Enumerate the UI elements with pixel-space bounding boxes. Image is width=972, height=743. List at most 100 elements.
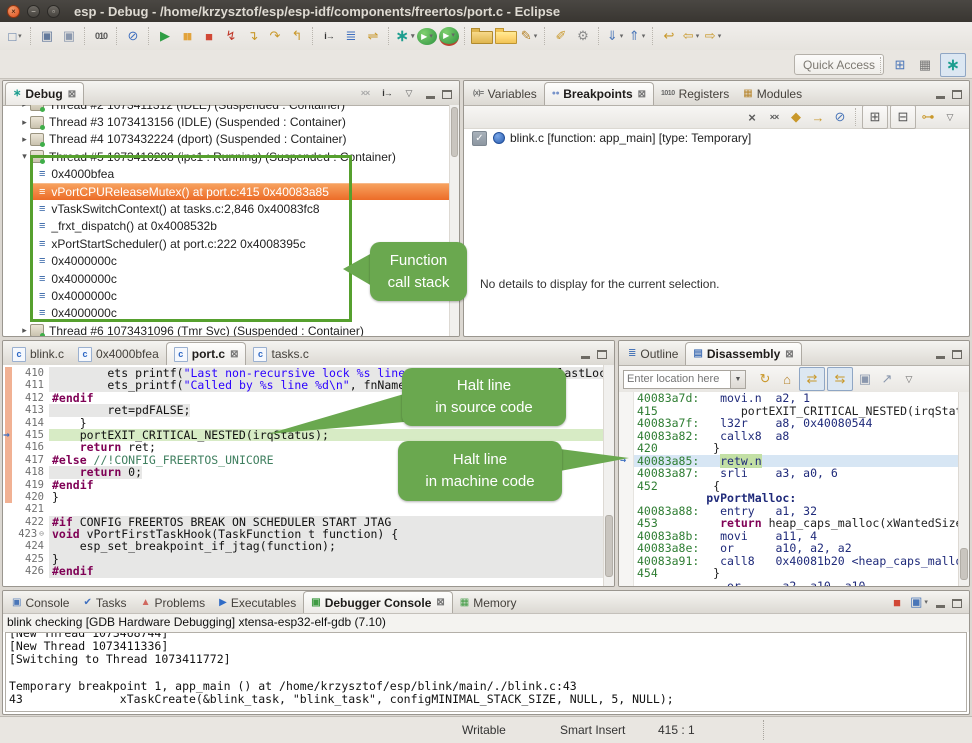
stack-frame-row[interactable]: ≡vPortCPUReleaseMutex() at port.c:415 0x…: [31, 183, 450, 200]
breakpoints-view-maximize-icon[interactable]: [952, 90, 962, 99]
debug-instruction-stepping-icon[interactable]: i→: [377, 82, 397, 104]
next-annotation-dropdown-icon[interactable]: ▾: [620, 32, 624, 40]
console-tab-debugger-console[interactable]: ▣Debugger Console⊠: [303, 591, 453, 613]
editor-tab-port-c[interactable]: cport.c⊠: [166, 342, 247, 365]
tree-twisty-icon[interactable]: ▸: [19, 325, 30, 336]
editor-scrollbar[interactable]: [603, 365, 614, 586]
use-step-filters-icon[interactable]: ⇌: [363, 25, 383, 47]
pin-view-icon[interactable]: ↗: [877, 368, 897, 390]
tree-twisty-icon[interactable]: ▸: [19, 117, 30, 128]
debug-view-minimize-icon[interactable]: [426, 96, 435, 99]
debug-configurations-dropdown-icon[interactable]: ▾: [411, 32, 415, 40]
expand-all-icon[interactable]: ⊞: [862, 105, 888, 129]
fold-marker-icon[interactable]: ⊖: [39, 528, 44, 540]
debug-scrollbar[interactable]: [449, 105, 459, 336]
disassembly-line[interactable]: or a2, a10, a10: [619, 580, 959, 587]
folder-open-icon[interactable]: [471, 31, 493, 44]
remove-all-terminated-icon[interactable]: ××: [355, 82, 375, 104]
breakpoints-tab-breakpoints[interactable]: ●●Breakpoints⊠: [544, 82, 654, 105]
location-dropdown-icon[interactable]: ▼: [731, 370, 746, 389]
console-tab-console[interactable]: ▣Console: [5, 592, 76, 613]
debug-view-menu-icon[interactable]: ▽: [399, 82, 419, 104]
forward-dropdown-icon[interactable]: ▾: [718, 32, 722, 40]
editor-tab-blink-c[interactable]: cblink.c: [5, 343, 71, 365]
drop-to-frame-icon[interactable]: ≣: [341, 25, 361, 47]
external-tools-icon[interactable]: ▶▾: [439, 27, 459, 46]
stack-frame-row[interactable]: ≡0x4000bfea: [3, 166, 450, 183]
back-icon[interactable]: ⇦▾: [681, 25, 701, 47]
breakpoints-tab-variables[interactable]: (x)=Variables: [466, 83, 544, 105]
remove-all-breakpoints-icon[interactable]: ××: [764, 106, 784, 128]
breakpoints-tab-registers[interactable]: 1010Registers: [654, 83, 736, 105]
previous-annotation-dropdown-icon[interactable]: ▾: [642, 32, 646, 40]
breakpoint-item[interactable]: ✓blink.c [function: app_main] [type: Tem…: [464, 129, 969, 147]
close-tab-icon[interactable]: ⊠: [436, 597, 444, 608]
go-to-file-for-breakpoint-icon[interactable]: →: [808, 106, 828, 128]
code-line[interactable]: 426#endif: [3, 565, 604, 577]
cpp-perspective-icon[interactable]: ▦: [915, 54, 935, 76]
new-wizard-dropdown-icon[interactable]: ▾: [18, 32, 22, 40]
instruction-stepping-mode-icon[interactable]: i→: [319, 25, 339, 47]
minimize-window-button[interactable]: −: [27, 5, 40, 18]
open-new-view-icon[interactable]: ▣: [855, 368, 875, 390]
step-return-icon[interactable]: ↰: [287, 25, 307, 47]
disassembly-tab-disassembly[interactable]: ▤Disassembly⊠: [685, 342, 801, 365]
terminate-icon[interactable]: ■: [199, 25, 219, 47]
previous-annotation-icon[interactable]: ⇑▾: [627, 25, 647, 47]
display-selected-console-icon[interactable]: ▣▾: [909, 591, 929, 613]
editor-tab-0x4000bfea[interactable]: c0x4000bfea: [71, 343, 166, 365]
run-dropdown-icon[interactable]: ▾: [429, 32, 433, 40]
console-tab-problems[interactable]: ▲Problems: [134, 592, 213, 613]
console-tab-memory[interactable]: ▦Memory: [453, 592, 524, 613]
maximize-window-button[interactable]: ▫: [47, 5, 60, 18]
close-window-button[interactable]: ×: [7, 5, 20, 18]
editor-minimize-icon[interactable]: [581, 356, 590, 359]
tree-twisty-icon[interactable]: ▾: [19, 151, 30, 162]
location-input[interactable]: [623, 370, 731, 389]
mark-occurrences-icon[interactable]: ✐: [551, 25, 571, 47]
disassembly-view-maximize-icon[interactable]: [952, 350, 962, 359]
debug-configurations-icon[interactable]: ∗▾: [395, 25, 415, 47]
disassembly-view-menu-icon[interactable]: ▽: [899, 368, 919, 390]
disconnect-icon[interactable]: ↯: [221, 25, 241, 47]
thread-row[interactable]: ▸Thread #3 1073413156 (IDLE) (Suspended …: [3, 113, 450, 130]
forward-icon[interactable]: ⇨▾: [703, 25, 723, 47]
debug-tab-debug[interactable]: ∗Debug⊠: [5, 82, 84, 105]
console-tab-executables[interactable]: ▶Executables: [212, 592, 303, 613]
debug-view-maximize-icon[interactable]: [442, 90, 452, 99]
disassembly-scrollbar[interactable]: [958, 392, 969, 586]
console-tab-tasks[interactable]: ✔Tasks: [76, 592, 133, 613]
back-dropdown-icon[interactable]: ▾: [696, 32, 700, 40]
stack-frame-row[interactable]: ≡_frxt_dispatch() at 0x4008532b: [3, 218, 450, 235]
disassembly-home-icon[interactable]: ⌂: [777, 368, 797, 390]
quick-access-button[interactable]: Quick Access: [794, 54, 884, 75]
last-edit-location-icon[interactable]: ↩: [659, 25, 679, 47]
skip-all-breakpoints-view-icon[interactable]: ⊘: [830, 106, 850, 128]
breakpoints-view-minimize-icon[interactable]: [936, 96, 945, 99]
link-with-debug-view-icon[interactable]: ⊶: [918, 106, 938, 128]
editor-maximize-icon[interactable]: [597, 350, 607, 359]
remove-selected-breakpoints-icon[interactable]: ×: [742, 106, 762, 128]
console-view-maximize-icon[interactable]: [952, 599, 962, 608]
disassembly-refresh-icon[interactable]: ↻: [755, 368, 775, 390]
disassembly-view-minimize-icon[interactable]: [936, 356, 945, 359]
tree-twisty-icon[interactable]: ▸: [19, 105, 30, 110]
close-tab-icon[interactable]: ⊠: [230, 349, 238, 360]
debug-perspective-icon[interactable]: ∗: [940, 53, 966, 77]
code-line[interactable]: 424 esp_set_breakpoint_if_jtag(function)…: [3, 540, 604, 552]
save-all-icon[interactable]: ▣: [59, 25, 79, 47]
thread-row[interactable]: ▾Thread #5 1073410208 (ipc1 : Running) (…: [3, 148, 450, 165]
stack-frame-row[interactable]: ≡vTaskSwitchContext() at tasks.c:2,846 0…: [3, 200, 450, 217]
collapse-all-icon[interactable]: ⊟: [890, 105, 916, 129]
thread-row[interactable]: ▸Thread #6 1073431096 (Tmr Svc) (Suspend…: [3, 322, 450, 336]
close-tab-icon[interactable]: ⊠: [638, 89, 646, 100]
run-icon[interactable]: ▶▾: [417, 28, 437, 45]
next-annotation-icon[interactable]: ⇓▾: [605, 25, 625, 47]
search-pencil-icon[interactable]: ✎▾: [519, 25, 539, 47]
suspend-icon[interactable]: ▮▮: [177, 25, 197, 47]
display-selected-console-dropdown-icon[interactable]: ▾: [924, 598, 928, 606]
console-output[interactable]: [New Thread 1073468744][New Thread 10734…: [5, 632, 967, 712]
close-tab-icon[interactable]: ⊠: [68, 89, 76, 100]
track-expression-icon[interactable]: ⇆: [827, 367, 853, 391]
step-over-icon[interactable]: ↷: [265, 25, 285, 47]
